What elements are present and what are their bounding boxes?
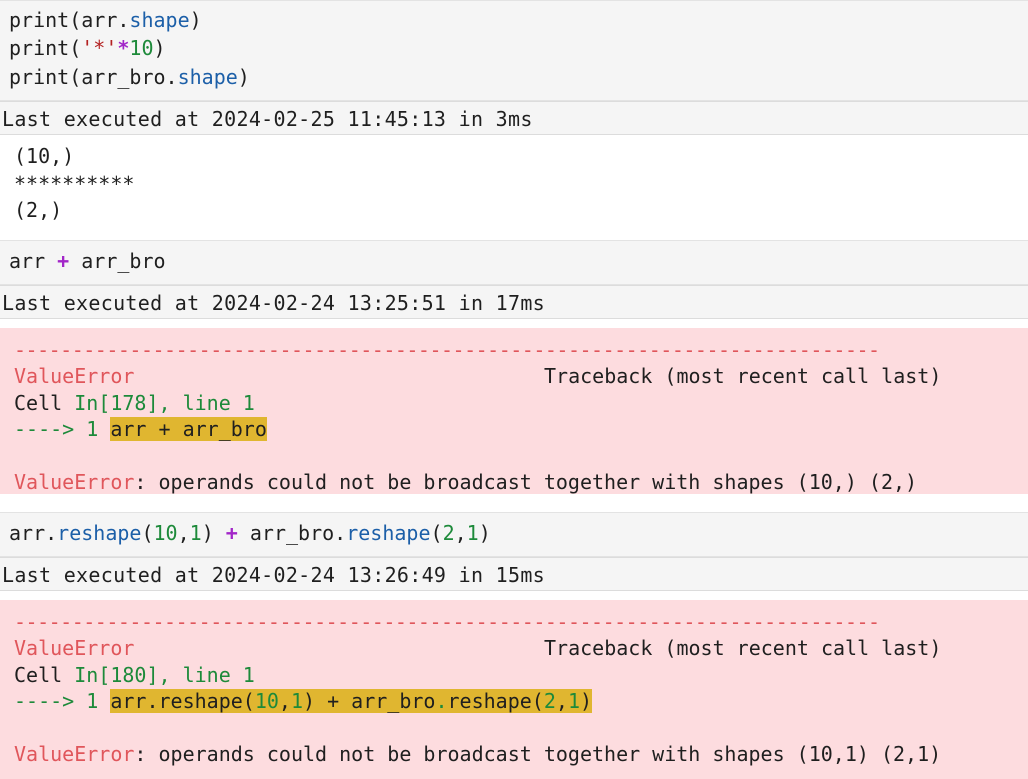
- code-operator: *: [117, 36, 130, 60]
- error-name: ValueError: [14, 636, 135, 660]
- code-text: (: [141, 521, 154, 545]
- code-attr: shape: [129, 8, 190, 32]
- source-text: ) + arr_bro: [303, 689, 436, 713]
- error-separator: ----------------------------------------…: [14, 610, 880, 634]
- output-line: (10,): [14, 144, 75, 168]
- cell-reference: In[178], line 1: [74, 391, 255, 415]
- error-separator: ----------------------------------------…: [14, 338, 880, 362]
- source-operator: +: [158, 417, 171, 441]
- output-spacer: [0, 319, 1028, 328]
- code-line: arr.reshape(10,1) + arr_bro.reshape(2,1): [9, 519, 491, 547]
- code-text: ): [153, 36, 166, 60]
- code-text: print(arr_bro.: [9, 65, 178, 89]
- source-text: arr.reshape(: [110, 689, 255, 713]
- code-text: arr_bro: [69, 249, 166, 273]
- error-output-1: ----------------------------------------…: [0, 328, 1028, 494]
- code-cell-3[interactable]: arr.reshape(10,1) + arr_bro.reshape(2,1): [0, 512, 1028, 557]
- code-number: 1: [189, 521, 202, 545]
- code-text: (: [430, 521, 443, 545]
- execution-info-3: Last executed at 2024-02-24 13:26:49 in …: [0, 557, 1028, 591]
- code-text: ): [478, 521, 491, 545]
- error-name: ValueError: [14, 470, 135, 494]
- traceback-label: Traceback (most recent call last): [544, 364, 942, 388]
- source-number: 10: [254, 689, 279, 713]
- cell-gap: [0, 494, 1028, 512]
- cell-reference: In[180], line 1: [74, 663, 255, 687]
- code-text: arr.: [9, 521, 58, 545]
- execution-info-text: Last executed at 2024-02-24 13:26:49 in …: [2, 563, 546, 587]
- code-attr: shape: [177, 65, 238, 89]
- cell-prefix: Cell: [14, 663, 75, 687]
- highlighted-source: arr + arr_bro: [110, 417, 267, 441]
- error-header: ValueError: [14, 362, 134, 390]
- error-cell-ref: Cell In[178], line 1: [14, 389, 255, 417]
- execution-info-1: Last executed at 2024-02-25 11:45:13 in …: [0, 101, 1028, 135]
- source-punct: .: [435, 689, 448, 713]
- code-operator: +: [57, 249, 70, 273]
- code-text: ): [189, 8, 202, 32]
- error-name: ValueError: [14, 742, 135, 766]
- code-line: print(arr.shape): [9, 6, 202, 34]
- code-number: 2: [442, 521, 455, 545]
- code-text: ,: [454, 521, 467, 545]
- error-arrow: ----> 1: [14, 417, 111, 441]
- code-operator: +: [225, 521, 238, 545]
- code-text: arr_bro.: [237, 521, 347, 545]
- code-number: 1: [466, 521, 479, 545]
- code-attr: reshape: [346, 521, 431, 545]
- execution-info-text: Last executed at 2024-02-24 13:25:51 in …: [2, 291, 546, 315]
- error-arrow: ----> 1: [14, 689, 111, 713]
- code-text: arr: [9, 249, 58, 273]
- code-number: 10: [153, 521, 178, 545]
- code-text: print(arr.: [9, 8, 130, 32]
- code-cell-2[interactable]: arr + arr_bro: [0, 240, 1028, 285]
- source-number: 1: [567, 689, 580, 713]
- code-text: ): [201, 521, 226, 545]
- output-spacer: [0, 591, 1028, 600]
- output-line: **********: [14, 172, 135, 196]
- cell-prefix: Cell: [14, 391, 75, 415]
- code-line: print(arr_bro.shape): [9, 63, 250, 91]
- error-message-line: ValueError: operands could not be broadc…: [14, 468, 917, 496]
- code-text: ,: [177, 521, 190, 545]
- source-text: arr_bro: [170, 417, 267, 441]
- source-text: reshape(: [447, 689, 544, 713]
- code-cell-1[interactable]: print(arr.shape) print('*'*10) print(arr…: [0, 0, 1028, 101]
- error-source-line: ----> 1 arr.reshape(10,1) + arr_bro.resh…: [14, 687, 593, 715]
- source-number: 1: [290, 689, 304, 713]
- source-text: ,: [278, 689, 291, 713]
- error-output-2: ----------------------------------------…: [0, 600, 1028, 779]
- code-line: print('*'*10): [9, 34, 166, 62]
- error-source-line: ----> 1 arr + arr_bro: [14, 415, 267, 443]
- source-text: arr: [110, 417, 159, 441]
- error-cell-ref: Cell In[180], line 1: [14, 661, 255, 689]
- output-area-1: (10,) ********** (2,): [0, 135, 1028, 240]
- source-text: ,: [555, 689, 568, 713]
- error-message: : operands could not be broadcast togeth…: [134, 470, 918, 494]
- code-string: '*': [81, 36, 118, 60]
- source-number: 2: [543, 689, 556, 713]
- code-text: print(: [9, 36, 82, 60]
- error-name: ValueError: [14, 364, 135, 388]
- error-message-line: ValueError: operands could not be broadc…: [14, 740, 941, 768]
- error-header: ValueError: [14, 634, 134, 662]
- code-text: ): [237, 65, 250, 89]
- source-text: ): [579, 689, 593, 713]
- execution-info-2: Last executed at 2024-02-24 13:25:51 in …: [0, 285, 1028, 319]
- error-message: : operands could not be broadcast togeth…: [134, 742, 942, 766]
- code-attr: reshape: [57, 521, 142, 545]
- execution-info-text: Last executed at 2024-02-25 11:45:13 in …: [2, 107, 533, 131]
- traceback-label: Traceback (most recent call last): [544, 636, 942, 660]
- code-line: arr + arr_bro: [9, 247, 166, 275]
- code-number: 10: [129, 36, 154, 60]
- output-line: (2,): [14, 198, 63, 222]
- highlighted-source: arr.reshape(10,1) + arr_bro.reshape(2,1): [110, 689, 593, 713]
